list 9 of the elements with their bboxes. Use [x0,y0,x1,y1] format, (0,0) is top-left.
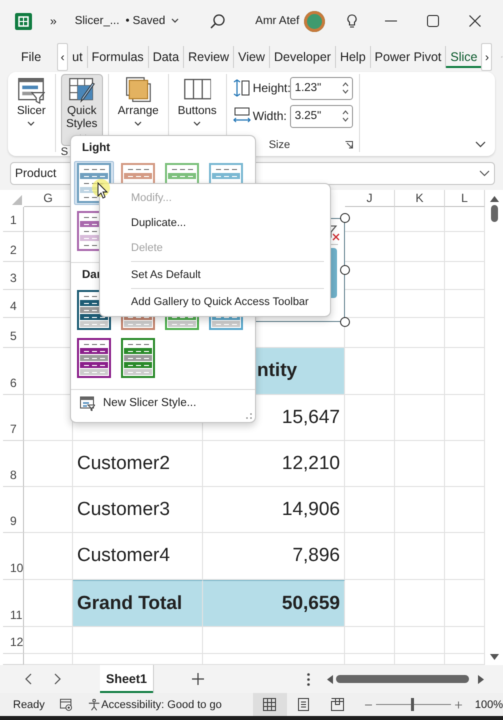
status-text: Ready [13,698,45,710]
field-label: Height: [252,81,290,95]
save-status: • Saved [125,15,166,27]
field-label: Width: [252,109,288,123]
group-label: S [60,146,68,158]
gallery-heading: Dar [82,269,102,283]
file-name: Slicer_... [74,15,120,27]
group-label: Size [268,139,290,151]
user-name: Amr Atef [255,15,300,27]
